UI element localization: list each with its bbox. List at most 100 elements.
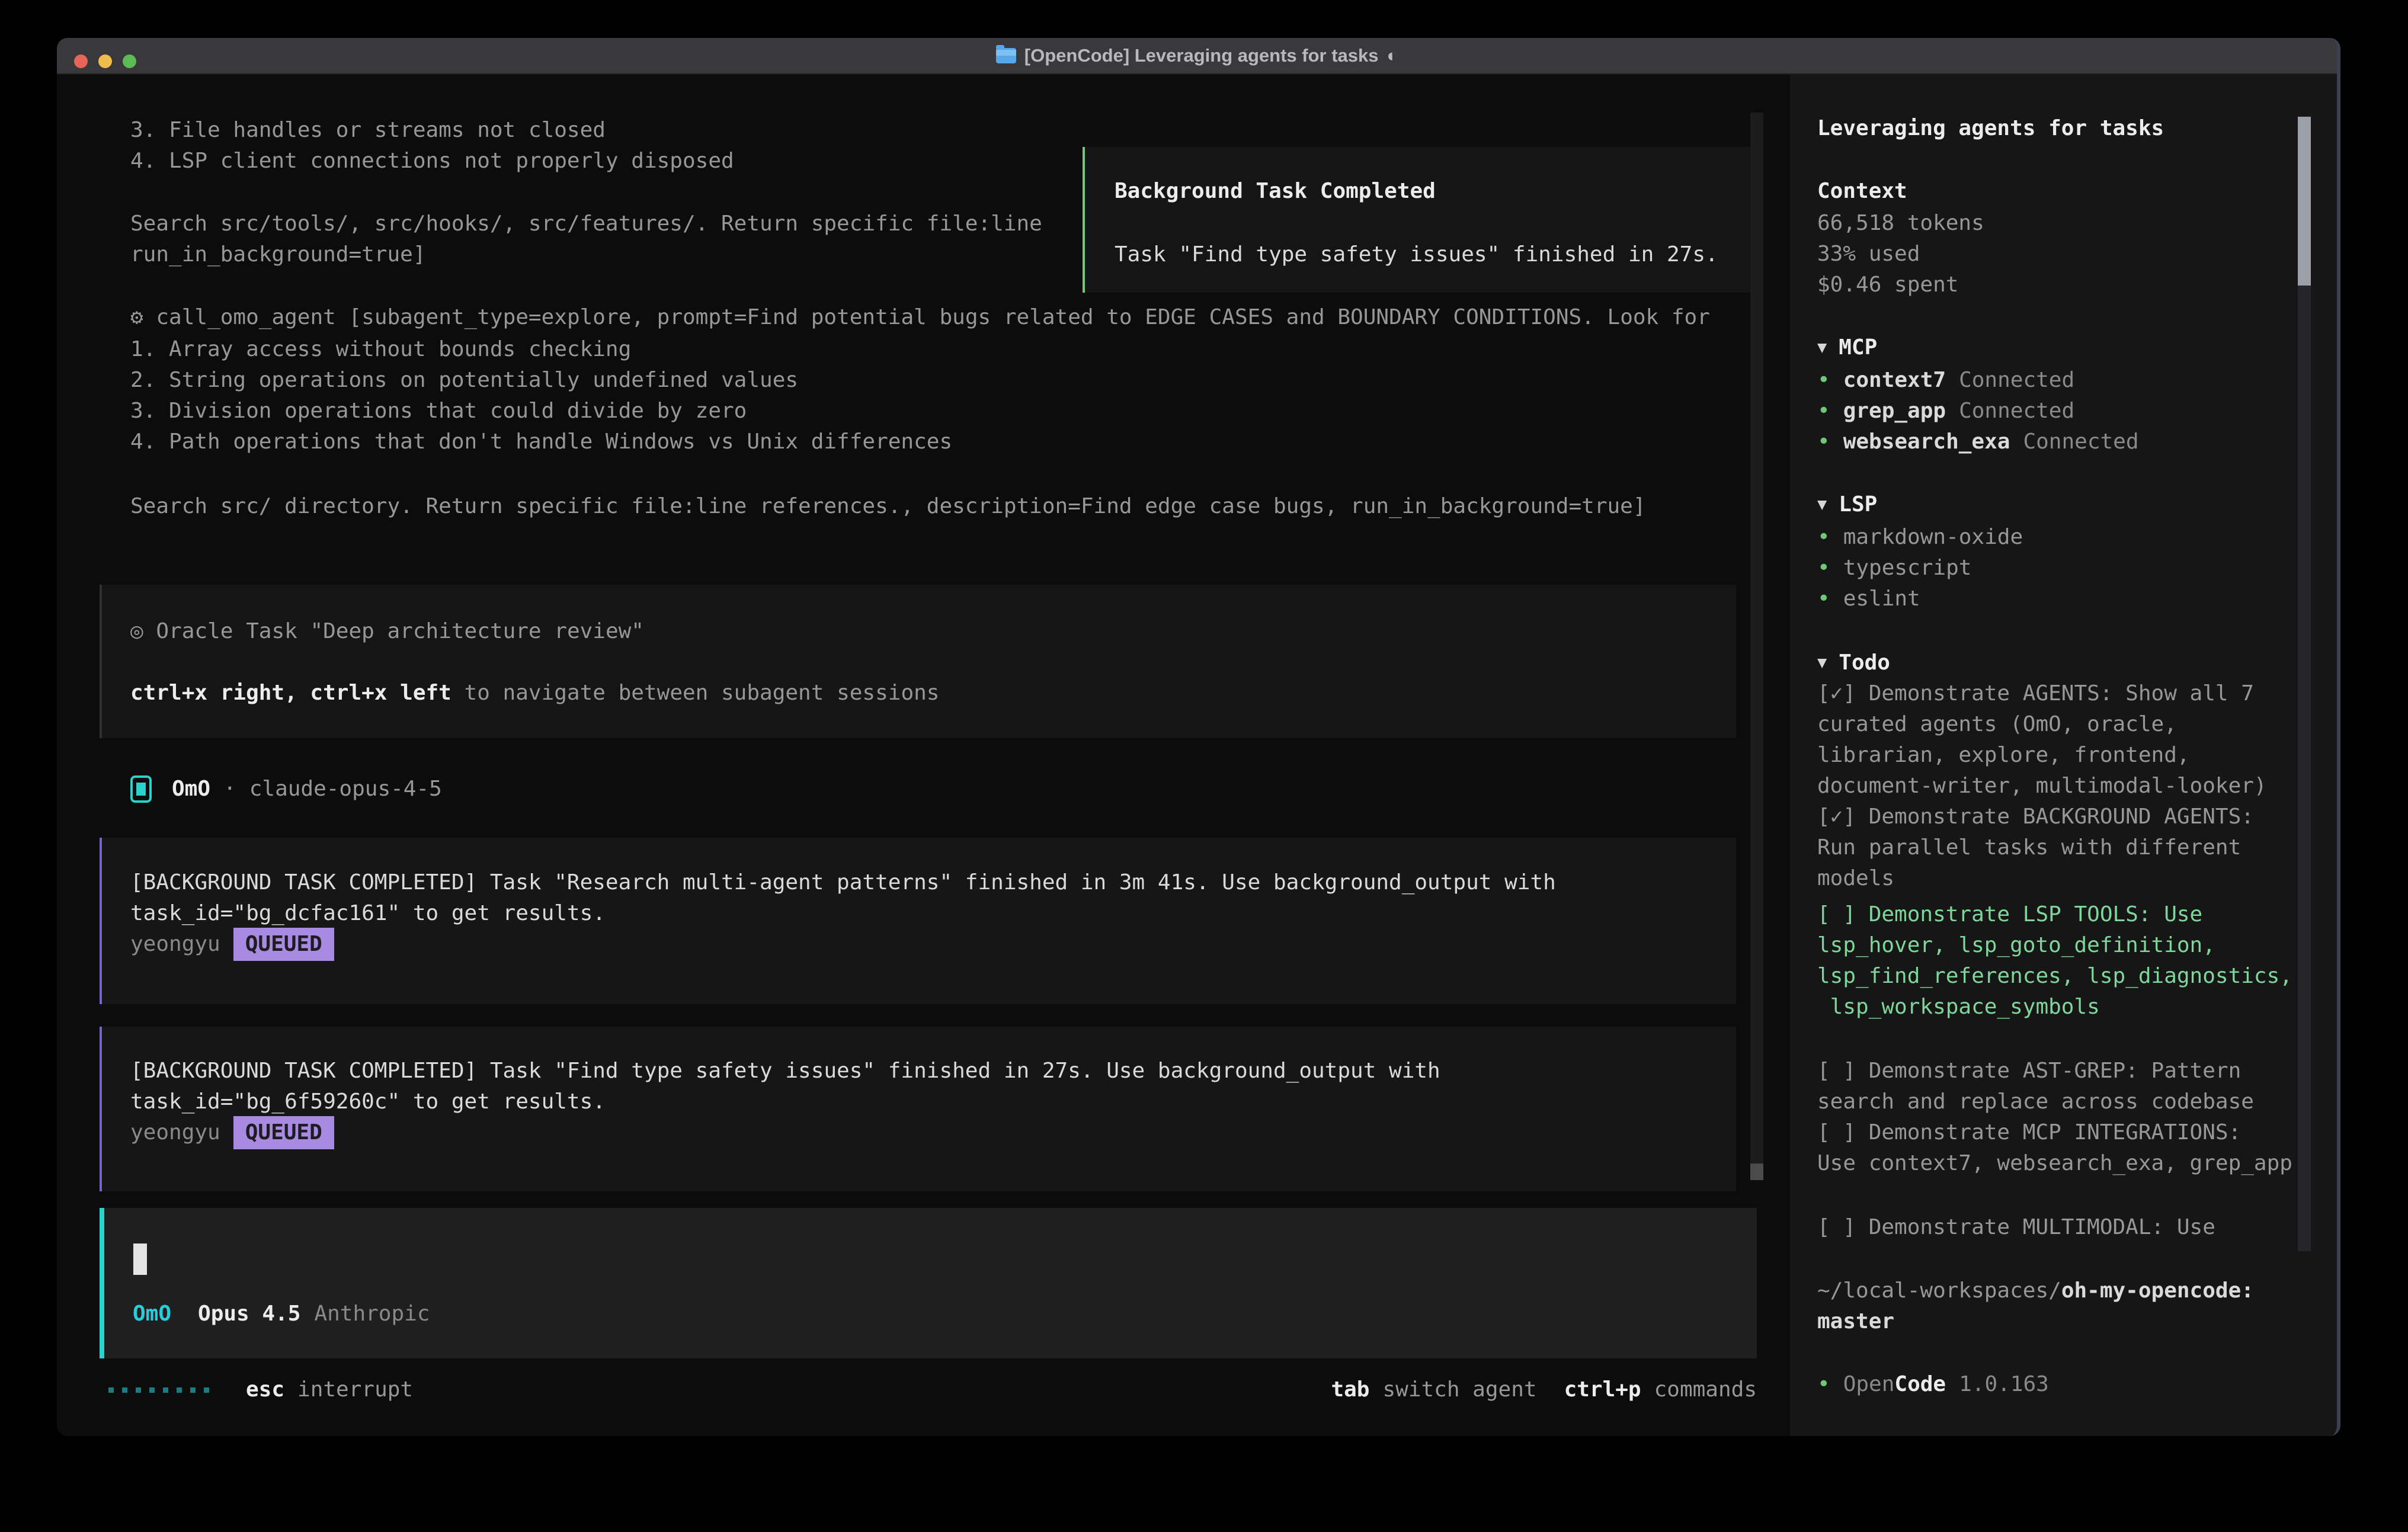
text-line: [ ] Demonstrate AST-GREP: Pattern: [1817, 1056, 2292, 1086]
chevron-down-icon: ▼: [1817, 332, 1827, 363]
text-line: [✓] Demonstrate BACKGROUND AGENTS:: [1817, 802, 2267, 832]
mcp-item: • grep_app Connected: [1817, 396, 2139, 427]
task-result-card: [BACKGROUND TASK COMPLETED] Task "Find t…: [100, 1027, 1736, 1191]
window-content: 3. File handles or streams not closed4. …: [57, 75, 2337, 1436]
hint-text: to navigate between subagent sessions: [451, 681, 940, 705]
input-agent-name[interactable]: OmO: [133, 1299, 171, 1329]
text-line: 3. File handles or streams not closed: [130, 115, 734, 146]
tab-key-label: switch agent: [1382, 1374, 1536, 1405]
oracle-hint-line: ctrl+x right, ctrl+x left to navigate be…: [130, 678, 939, 709]
opencode-window: [OpenCode] Leveraging agents for tasks ◐…: [57, 38, 2340, 1436]
message-lines: 3. File handles or streams not closed4. …: [130, 115, 734, 177]
message-line: Search src/ directory. Return specific f…: [130, 491, 1646, 522]
sidebar-scrollbar-track[interactable]: [2298, 117, 2311, 1251]
text-line: lsp_workspace_symbols: [1817, 992, 2292, 1023]
brand-code: Code: [1894, 1369, 1946, 1400]
lsp-item: • markdown-oxide: [1817, 522, 2023, 553]
lsp-list: • markdown-oxide • typescript • eslint: [1817, 522, 2023, 614]
text-line: Run parallel tasks with different: [1817, 832, 2267, 863]
tab-key-hint: tab: [1331, 1374, 1369, 1405]
esc-key-label: interrupt: [297, 1374, 413, 1405]
session-title: Leveraging agents for tasks: [1817, 113, 2164, 144]
todo-active-item: [ ] Demonstrate LSP TOOLS: Uselsp_hover,…: [1817, 899, 2292, 1023]
text-line: 4. LSP client connections not properly d…: [130, 146, 734, 177]
task-meta-row: yeongyu QUEUED: [130, 1116, 334, 1149]
statusbar-left: esc interrupt: [108, 1374, 413, 1405]
task-user: yeongyu: [130, 1117, 220, 1148]
context-heading: Context: [1817, 176, 1907, 207]
text-line: lsp_hover, lsp_goto_definition,: [1817, 930, 2292, 961]
separator-dot: ·: [223, 774, 236, 805]
version-number: 1.0.163: [1959, 1369, 2049, 1400]
chevron-down-icon: ▼: [1817, 489, 1827, 520]
mcp-item: • websearch_exa Connected: [1817, 427, 2139, 457]
agent-model: claude-opus-4-5: [249, 774, 442, 805]
task-meta-row: yeongyu QUEUED: [130, 928, 334, 961]
green-dot-icon: •: [1817, 584, 1830, 614]
notification-body: Task "Find type safety issues" finished …: [1115, 239, 1718, 270]
todo-pending-items: [ ] Demonstrate MULTIMODAL: Use: [1817, 1212, 2215, 1243]
sidebar-scrollbar-thumb[interactable]: [2298, 117, 2311, 286]
text-cursor: [133, 1243, 147, 1275]
oracle-task-line: ◎ Oracle Task "Deep architecture review": [130, 616, 644, 647]
mcp-status: Connected: [1959, 365, 2074, 396]
chat-scrollbar-track[interactable]: [1750, 113, 1763, 1180]
tool-call-line: ⚙ call_omo_agent [subagent_type=explore,…: [130, 302, 1710, 333]
version-row: • OpenCode 1.0.163: [1817, 1369, 2049, 1400]
agent-name: OmO: [172, 774, 210, 805]
green-dot-icon: •: [1817, 396, 1830, 427]
mcp-status: Connected: [2023, 427, 2138, 457]
todo-done-items: [✓] Demonstrate AGENTS: Show all 7curate…: [1817, 678, 2267, 894]
mcp-status: Connected: [1959, 396, 2074, 427]
chat-transcript: 3. File handles or streams not closed4. …: [57, 75, 1790, 1436]
ctrlp-key-hint: ctrl+p: [1564, 1374, 1641, 1405]
prompt-input[interactable]: OmO Opus 4.5 Anthropic: [100, 1208, 1757, 1358]
workspace-repo: oh-my-opencode:: [2061, 1278, 2254, 1303]
window-title-row: [OpenCode] Leveraging agents for tasks ◐: [57, 38, 2337, 73]
text-line: search and replace across codebase: [1817, 1086, 2292, 1117]
text-line: [ ] Demonstrate MCP INTEGRATIONS:: [1817, 1117, 2292, 1148]
text-line: 33% used: [1817, 239, 1984, 270]
spinner-dots-icon: [108, 1387, 209, 1393]
screen: [OpenCode] Leveraging agents for tasks ◐…: [0, 0, 2408, 1532]
statusbar-right: tab switch agent ctrl+p commands: [1331, 1374, 1757, 1405]
text-line: models: [1817, 863, 2267, 894]
mcp-heading: MCP: [1839, 332, 1877, 363]
text-line: 1. Array access without bounds checking: [130, 334, 952, 365]
lsp-heading: LSP: [1839, 489, 1877, 520]
lsp-section-header[interactable]: ▼ LSP: [1817, 489, 1877, 520]
text-line: curated agents (OmO, oracle,: [1817, 709, 2267, 740]
green-dot-icon: •: [1817, 427, 1830, 457]
brand-open: Open: [1843, 1369, 1895, 1400]
chat-scrollbar-thumb[interactable]: [1750, 1164, 1763, 1180]
lsp-item: • typescript: [1817, 553, 2023, 584]
task-line-2: task_id="bg_dcfac161" to get results.: [130, 898, 606, 929]
titlebar[interactable]: [OpenCode] Leveraging agents for tasks ◐: [57, 38, 2337, 75]
text-line: [ ] Demonstrate LSP TOOLS: Use: [1817, 899, 2292, 930]
todo-section-header[interactable]: ▼ Todo: [1817, 648, 1890, 678]
window-title: [OpenCode] Leveraging agents for tasks: [1024, 38, 1379, 73]
message-lines: Search src/tools/, src/hooks/, src/featu…: [130, 209, 1042, 270]
green-dot-icon: •: [1817, 365, 1830, 396]
moon-icon: ◐: [1387, 38, 1398, 73]
esc-key-hint: esc: [246, 1374, 284, 1405]
text-line: $0.46 spent: [1817, 270, 1984, 300]
task-user: yeongyu: [130, 929, 220, 960]
input-model-name[interactable]: Opus 4.5: [198, 1299, 300, 1329]
target-icon: ◎: [130, 619, 143, 643]
mcp-name: context7: [1843, 365, 1946, 396]
todo-pending-items: [ ] Demonstrate AST-GREP: Patternsearch …: [1817, 1056, 2292, 1179]
session-sidebar: Leveraging agents for tasks Context 66,5…: [1790, 75, 2337, 1436]
tool-call-text: call_omo_agent [subagent_type=explore, p…: [156, 305, 1710, 329]
green-dot-icon: •: [1817, 522, 1830, 553]
agent-header: OmO · claude-opus-4-5: [130, 774, 442, 805]
mcp-section-header[interactable]: ▼ MCP: [1817, 332, 1877, 363]
mcp-name: grep_app: [1843, 396, 1946, 427]
green-dot-icon: •: [1817, 1369, 1830, 1400]
context-stats: 66,518 tokens33% used$0.46 spent: [1817, 208, 1984, 300]
text-line: Search src/tools/, src/hooks/, src/featu…: [130, 209, 1042, 239]
oracle-task-text: Oracle Task "Deep architecture review": [156, 619, 644, 643]
folder-icon: [996, 48, 1016, 63]
todo-heading: Todo: [1839, 648, 1890, 678]
input-model-row: OmO Opus 4.5 Anthropic: [133, 1299, 430, 1329]
